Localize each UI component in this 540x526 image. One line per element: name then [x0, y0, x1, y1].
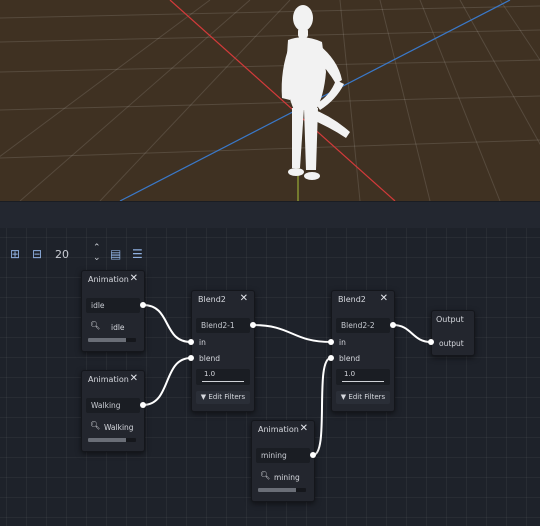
- animation-select[interactable]: Walking: [86, 398, 140, 413]
- play-label: mining: [274, 473, 300, 482]
- play-icon[interactable]: 🔍︎: [260, 471, 270, 480]
- output-port[interactable]: [310, 452, 316, 458]
- close-icon[interactable]: ✕: [130, 373, 138, 384]
- close-icon[interactable]: ✕: [380, 293, 388, 304]
- edit-filters-label: Edit Filters: [348, 393, 386, 401]
- node-title: Animation: [88, 375, 129, 384]
- node-title: Output: [436, 315, 464, 324]
- node-title: Blend2: [198, 295, 226, 304]
- animation-node-idle[interactable]: Animation ✕ idle 🔍︎ idle: [81, 270, 145, 352]
- output-node[interactable]: Output output: [431, 310, 475, 356]
- play-label: idle: [111, 323, 125, 332]
- close-icon[interactable]: ✕: [240, 293, 248, 304]
- blend-port-label: blend: [199, 354, 220, 363]
- node-name-field[interactable]: Blend2-2: [336, 318, 390, 333]
- in-port[interactable]: [328, 339, 334, 345]
- filter-icon: ▼: [200, 393, 207, 401]
- node-title: Animation: [88, 275, 129, 284]
- progress-bar: [88, 338, 136, 342]
- wire-blend1-to-blend2-in: [252, 324, 332, 343]
- blend2-node-1[interactable]: Blend2 ✕ Blend2-1 in blend 1.0 ▼ Edit Fi…: [191, 290, 255, 412]
- progress-bar: [258, 488, 306, 492]
- node-title: Blend2: [338, 295, 366, 304]
- blend-amount-slider[interactable]: 1.0: [196, 369, 250, 385]
- in-port[interactable]: [188, 339, 194, 345]
- output-port[interactable]: [390, 322, 396, 328]
- close-icon[interactable]: ✕: [300, 423, 308, 434]
- node-title: Animation: [258, 425, 299, 434]
- animation-node-walking[interactable]: Animation ✕ Walking 🔍︎ Walking: [81, 370, 145, 452]
- output-port-label: output: [439, 339, 464, 348]
- blend-amount-value: 1.0: [204, 370, 216, 378]
- blend-port-label: blend: [339, 354, 360, 363]
- animation-select[interactable]: idle: [86, 298, 140, 313]
- edit-filters-label: Edit Filters: [208, 393, 246, 401]
- output-port[interactable]: [250, 322, 256, 328]
- wire-idle-to-blend1-in: [142, 304, 192, 343]
- blend-amount-value: 1.0: [344, 370, 356, 378]
- blend-amount-slider[interactable]: 1.0: [336, 369, 390, 385]
- in-port-label: in: [339, 338, 346, 347]
- wire-blend2-to-output: [392, 324, 432, 343]
- filter-icon: ▼: [340, 393, 347, 401]
- blend2-node-2[interactable]: Blend2 ✕ Blend2-2 in blend 1.0 ▼ Edit Fi…: [331, 290, 395, 412]
- edit-filters-button[interactable]: ▼ Edit Filters: [336, 391, 390, 404]
- animation-node-mining[interactable]: Animation ✕ mining 🔍︎ mining: [251, 420, 315, 502]
- play-icon[interactable]: 🔍︎: [90, 421, 100, 430]
- play-label: Walking: [104, 423, 134, 432]
- wire-mining-to-blend2-blend: [312, 357, 332, 456]
- blend-port[interactable]: [188, 355, 194, 361]
- output-input-port[interactable]: [428, 339, 434, 345]
- wire-walking-to-blend1-blend: [142, 357, 192, 406]
- blend-port[interactable]: [328, 355, 334, 361]
- progress-bar: [88, 438, 136, 442]
- output-port[interactable]: [140, 402, 146, 408]
- play-icon[interactable]: 🔍︎: [90, 321, 100, 330]
- edit-filters-button[interactable]: ▼ Edit Filters: [196, 391, 250, 404]
- close-icon[interactable]: ✕: [130, 273, 138, 284]
- animation-select[interactable]: mining: [256, 448, 310, 463]
- in-port-label: in: [199, 338, 206, 347]
- output-port[interactable]: [140, 302, 146, 308]
- node-name-field[interactable]: Blend2-1: [196, 318, 250, 333]
